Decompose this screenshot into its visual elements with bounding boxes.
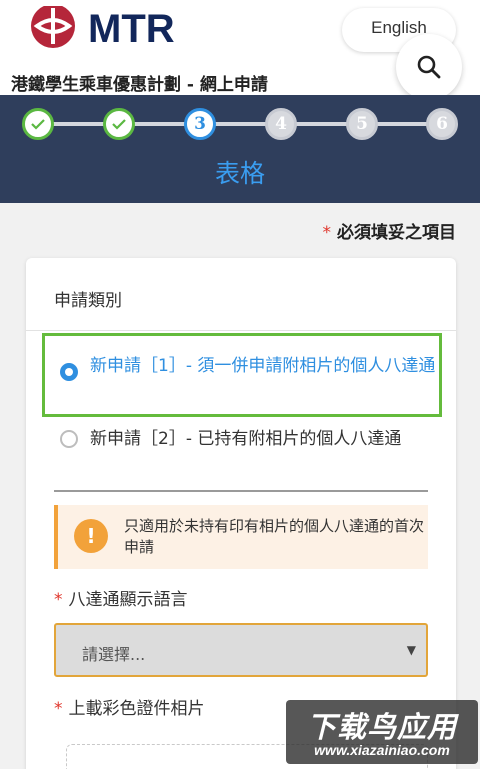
step-2-complete <box>103 108 135 140</box>
option-new-application-2-label[interactable]: 新申請［2］- 已持有附相片的個人八達通 <box>90 425 460 453</box>
logo-text: MTR <box>88 7 175 51</box>
page-title: 港鐵學生乘車優惠計劃 - 網上申請 <box>11 75 268 95</box>
section-title: 申請類別 <box>54 291 122 311</box>
step-1-complete <box>22 108 54 140</box>
search-button[interactable] <box>396 34 462 100</box>
search-icon <box>417 55 441 79</box>
radio-new-application-1[interactable] <box>60 363 78 381</box>
octopus-language-select[interactable]: 請選擇... ▼ <box>54 623 428 677</box>
notice-text: 只適用於未持有印有相片的個人八達通的首次申請 <box>124 517 425 556</box>
watermark-logo: 下载鸟应用 www.xiazainiao.com <box>286 700 478 764</box>
step-5: 5 <box>346 108 378 140</box>
required-asterisk: * <box>322 223 332 243</box>
caret-down-icon: ▼ <box>406 643 416 657</box>
exclamation-icon: ! <box>74 519 108 553</box>
octopus-language-label-text: 八達通顯示語言 <box>68 590 188 610</box>
radio-new-application-2[interactable] <box>60 430 78 448</box>
notice-banner: ! 只適用於未持有印有相片的個人八達通的首次申請 <box>54 505 428 569</box>
required-asterisk: * <box>54 699 63 719</box>
watermark-url-text: www.xiazainiao.com <box>314 742 450 758</box>
checkmark-icon <box>112 119 126 130</box>
mtr-logo[interactable]: MTR <box>30 6 220 52</box>
octopus-language-label: * 八達通顯示語言 <box>54 585 188 610</box>
photo-upload-label: * 上載彩色證件相片 <box>54 694 205 719</box>
required-note-text: 必須填妥之項目 <box>337 223 456 243</box>
required-fields-note: * 必須填妥之項目 <box>323 218 457 243</box>
option-new-application-1-label[interactable]: 新申請［1］- 須一併申請附相片的個人八達通 <box>90 352 446 380</box>
watermark-main-text: 下载鸟应用 <box>306 710 457 744</box>
step-6: 6 <box>426 108 458 140</box>
checkmark-icon <box>31 119 45 130</box>
select-placeholder: 請選擇... <box>82 645 146 664</box>
progress-stepper: 3 4 5 6 表格 <box>0 95 480 203</box>
photo-upload-label-text: 上載彩色證件相片 <box>68 699 205 719</box>
field-underline <box>54 490 428 492</box>
step-4: 4 <box>265 108 297 140</box>
section-divider <box>26 330 456 331</box>
step-3-current: 3 <box>184 108 216 140</box>
current-step-title: 表格 <box>214 159 265 188</box>
required-asterisk: * <box>54 590 63 610</box>
stepper-track <box>38 122 442 126</box>
application-form-card: 申請類別 新申請［1］- 須一併申請附相片的個人八達通 新申請［2］- 已持有附… <box>26 258 456 769</box>
